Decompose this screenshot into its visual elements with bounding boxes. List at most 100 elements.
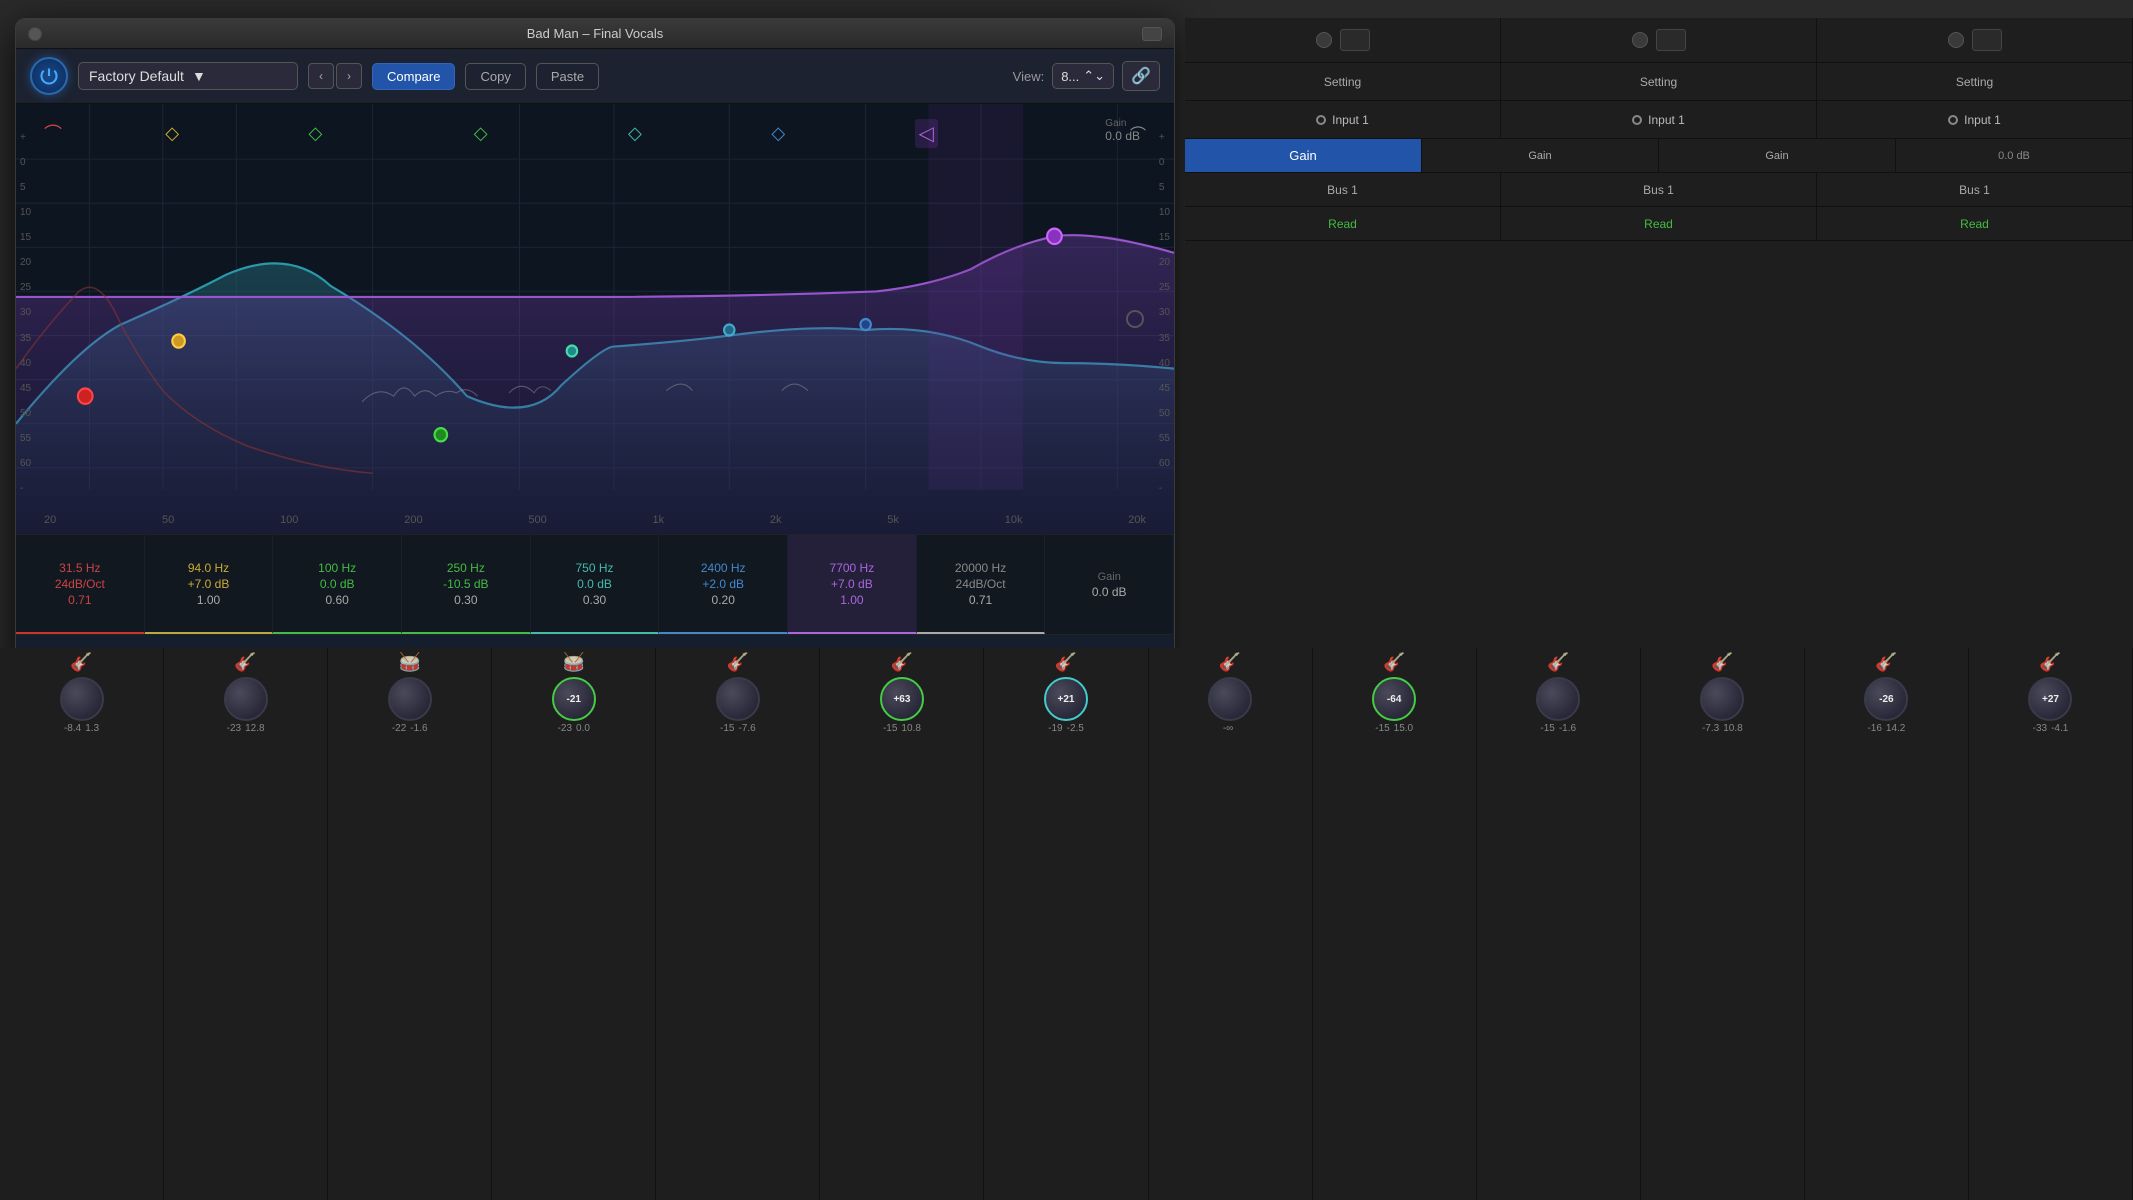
compare-button[interactable]: Compare [372, 63, 455, 90]
channel-strip-9: 🎸 -64 -15 15.0 [1313, 648, 1477, 1200]
ch2-values: -23 12.8 [227, 723, 265, 734]
record-btn-2[interactable] [1632, 32, 1648, 48]
input-label-2: Input 1 [1648, 113, 1685, 127]
band4-info[interactable]: 250 Hz -10.5 dB 0.30 [402, 535, 531, 634]
next-button[interactable]: › [336, 63, 362, 89]
input-dot-1 [1316, 115, 1326, 125]
channel-strip-7: 🎸 +21 -19 -2.5 [984, 648, 1148, 1200]
band7-info[interactable]: 7700 Hz +7.0 dB 1.00 [788, 535, 917, 634]
mixer-ch2-header [1501, 18, 1817, 62]
ch2-icon: 🎸 [234, 652, 256, 673]
band-circle-indicator[interactable] [1126, 310, 1144, 328]
record-btn-3[interactable] [1948, 32, 1964, 48]
mixer-record-row [1185, 18, 2133, 63]
ch8-icon: 🎸 [1219, 652, 1241, 673]
band1-info[interactable]: 31.5 Hz 24dB/Oct 0.71 [16, 535, 145, 634]
band3-info[interactable]: 100 Hz 0.0 dB 0.60 [273, 535, 402, 634]
paste-button[interactable]: Paste [536, 63, 599, 90]
ch8-values: -∞ [1223, 723, 1237, 734]
ch6-knob[interactable]: +63 [880, 677, 924, 721]
ch10-knob[interactable] [1536, 677, 1580, 721]
meter-2 [1656, 29, 1686, 51]
link-button[interactable]: 🔗 [1122, 61, 1160, 91]
ch5-icon: 🎸 [727, 652, 749, 673]
read-item-1[interactable]: Read [1185, 207, 1501, 240]
band8-info[interactable]: 20000 Hz 24dB/Oct 0.71 [917, 535, 1046, 634]
mixer-settings-row: Setting Setting Setting [1185, 63, 2133, 101]
preset-dropdown[interactable]: Factory Default ▼ [78, 62, 298, 90]
gain-item-1[interactable]: Gain [1185, 139, 1422, 172]
channel-strip-13: 🎸 +27 -33 -4.1 [1969, 648, 2133, 1200]
ch7-knob[interactable]: +21 [1044, 677, 1088, 721]
ch11-values: -7.3 10.8 [1702, 723, 1743, 734]
ch8-knob[interactable] [1208, 677, 1252, 721]
prev-button[interactable]: ‹ [308, 63, 334, 89]
ch13-icon: 🎸 [2039, 652, 2061, 673]
mixer-inputs-row: Input 1 Input 1 Input 1 [1185, 101, 2133, 139]
ch9-knob[interactable]: -64 [1372, 677, 1416, 721]
preset-label: Factory Default [89, 68, 184, 84]
ch3-knob[interactable] [388, 677, 432, 721]
gain-col: Gain 0.0 dB [1045, 535, 1174, 634]
ch9-icon: 🎸 [1383, 652, 1405, 673]
power-button[interactable] [30, 57, 68, 95]
bus-item-1[interactable]: Bus 1 [1185, 173, 1501, 206]
setting-btn-1[interactable]: Setting [1185, 63, 1501, 100]
plugin-window: Bad Man – Final Vocals Factory Default ▼… [15, 18, 1175, 678]
gain-db-display: 0.0 dB [1896, 139, 2133, 172]
band5-info[interactable]: 750 Hz 0.0 dB 0.30 [531, 535, 660, 634]
eq-curve-svg [16, 104, 1174, 534]
gain-label-2: Gain [1528, 150, 1551, 162]
gain-col-value: 0.0 dB [1092, 585, 1127, 599]
gain-label-1: Gain [1289, 148, 1316, 163]
ch9-values: -15 15.0 [1375, 723, 1413, 734]
ch12-knob[interactable]: -26 [1864, 677, 1908, 721]
gain-item-3[interactable]: Gain [1659, 139, 1896, 172]
ch11-icon: 🎸 [1711, 652, 1733, 673]
setting-btn-3[interactable]: Setting [1817, 63, 2133, 100]
ch1-values: -8.4 1.3 [64, 723, 99, 734]
bus-item-2[interactable]: Bus 1 [1501, 173, 1817, 206]
input-item-1[interactable]: Input 1 [1185, 101, 1501, 138]
ch1-knob[interactable] [60, 677, 104, 721]
ch3-values: -22 -1.6 [392, 723, 428, 734]
record-btn-1[interactable] [1316, 32, 1332, 48]
ch4-values: -23 0.0 [558, 723, 590, 734]
ch13-knob[interactable]: +27 [2028, 677, 2072, 721]
gain-display: Gain 0.0 dB [1105, 118, 1140, 143]
ch12-values: -16 14.2 [1867, 723, 1905, 734]
eq-display[interactable]: ⌒ ◇ ◇ ◇ ◇ ◇ ◁ ⌒ [16, 104, 1174, 534]
meter-1 [1340, 29, 1370, 51]
window-close-button[interactable] [28, 27, 42, 41]
ch12-icon: 🎸 [1875, 652, 1897, 673]
band6-info[interactable]: 2400 Hz +2.0 dB 0.20 [659, 535, 788, 634]
ch5-knob[interactable] [716, 677, 760, 721]
input-item-2[interactable]: Input 1 [1501, 101, 1817, 138]
ch6-values: -15 10.8 [883, 723, 921, 734]
ch4-knob[interactable]: -21 [552, 677, 596, 721]
mixer-ch3-header [1817, 18, 2133, 62]
ch10-icon: 🎸 [1547, 652, 1569, 673]
ch6-icon: 🎸 [891, 652, 913, 673]
copy-button[interactable]: Copy [465, 63, 525, 90]
view-dropdown[interactable]: 8... ⌃⌄ [1052, 63, 1114, 89]
ch7-values: -19 -2.5 [1048, 723, 1084, 734]
ch7-icon: 🎸 [1055, 652, 1077, 673]
read-item-2[interactable]: Read [1501, 207, 1817, 240]
setting-btn-2[interactable]: Setting [1501, 63, 1817, 100]
ch2-knob[interactable] [224, 677, 268, 721]
read-item-3[interactable]: Read [1817, 207, 2133, 240]
ch11-knob[interactable] [1700, 677, 1744, 721]
band2-info[interactable]: 94.0 Hz +7.0 dB 1.00 [145, 535, 274, 634]
channel-strip-12: 🎸 -26 -16 14.2 [1805, 648, 1969, 1200]
channel-strip-6: 🎸 +63 -15 10.8 [820, 648, 984, 1200]
channel-strip-10: 🎸 -15 -1.6 [1477, 648, 1641, 1200]
channel-strip-1: 🎸 -8.4 1.3 [0, 648, 164, 1200]
input-item-3[interactable]: Input 1 [1817, 101, 2133, 138]
input-label-1: Input 1 [1332, 113, 1369, 127]
ch1-icon: 🎸 [70, 652, 92, 673]
bus-item-3[interactable]: Bus 1 [1817, 173, 2133, 206]
gain-item-2[interactable]: Gain [1422, 139, 1659, 172]
input-dot-2 [1632, 115, 1642, 125]
window-maximize-button[interactable] [1142, 27, 1162, 41]
